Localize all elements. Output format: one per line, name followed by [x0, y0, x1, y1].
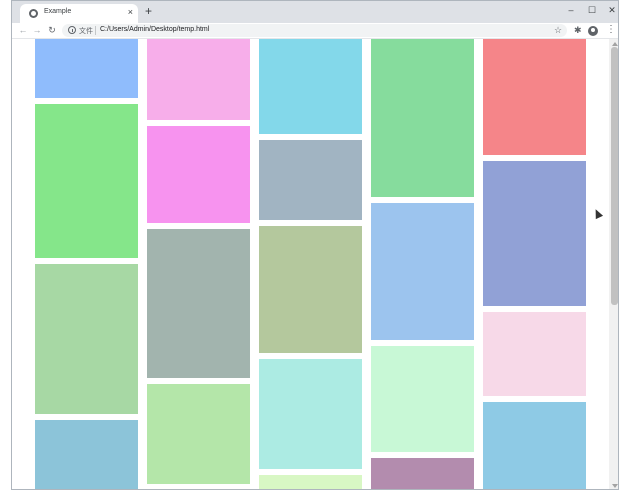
masonry-tile	[371, 458, 474, 489]
globe-icon	[29, 9, 38, 18]
star-icon[interactable]: ☆	[554, 24, 562, 36]
masonry-tile	[35, 264, 138, 414]
url-separator	[95, 26, 96, 35]
vertical-scrollbar[interactable]	[609, 39, 618, 489]
masonry-tile	[147, 39, 250, 120]
tab-example[interactable]: Example ×	[20, 4, 138, 23]
address-bar[interactable]: 文件 C:/Users/Admin/Desktop/temp.html	[62, 24, 567, 37]
masonry-tile	[483, 402, 586, 489]
close-window-button[interactable]: ✕	[606, 3, 618, 17]
reload-button[interactable]: ↻	[47, 24, 57, 36]
masonry-tile	[147, 384, 250, 484]
back-button[interactable]: ←	[18, 24, 28, 36]
masonry-tile	[35, 104, 138, 258]
scroll-down-arrow-icon[interactable]	[612, 484, 618, 488]
masonry-tile	[259, 39, 362, 134]
info-icon[interactable]	[68, 26, 76, 34]
profile-icon[interactable]	[588, 26, 598, 36]
masonry-tile	[259, 475, 362, 489]
maximize-button[interactable]: ☐	[586, 3, 598, 17]
title-bar: Example × + – ☐ ✕	[12, 1, 618, 23]
scrollbar-thumb[interactable]	[611, 47, 618, 305]
masonry-tile	[147, 229, 250, 378]
masonry-tile	[483, 39, 586, 155]
masonry-tile	[147, 126, 250, 223]
masonry-tile	[371, 39, 474, 197]
masonry-tile	[483, 161, 586, 306]
scroll-up-arrow-icon[interactable]	[612, 42, 618, 46]
url-text[interactable]: C:/Users/Admin/Desktop/temp.html	[100, 26, 209, 33]
file-scheme-label: 文件	[79, 28, 93, 35]
tab-title: Example	[44, 8, 72, 15]
masonry-tile	[35, 420, 138, 489]
masonry-tile	[483, 312, 586, 396]
masonry-tile	[259, 359, 362, 469]
masonry-grid	[35, 39, 587, 489]
tab-close-button[interactable]: ×	[128, 6, 133, 18]
masonry-tile	[371, 346, 474, 452]
new-tab-button[interactable]: +	[145, 4, 152, 18]
masonry-tile	[259, 226, 362, 353]
puzzle-icon[interactable]: ✱	[574, 24, 582, 36]
masonry-tile	[371, 203, 474, 340]
browser-window: Example × + – ☐ ✕ ← → ↻ 文件 C:/Users/Admi…	[11, 0, 619, 490]
menu-icon[interactable]: ⋮	[606, 24, 616, 36]
browser-toolbar: ← → ↻ 文件 C:/Users/Admin/Desktop/temp.htm…	[12, 23, 618, 39]
forward-button[interactable]: →	[32, 24, 42, 36]
page-viewport	[12, 39, 618, 489]
masonry-tile	[35, 39, 138, 98]
masonry-tile	[259, 140, 362, 220]
minimize-button[interactable]: –	[565, 3, 577, 17]
